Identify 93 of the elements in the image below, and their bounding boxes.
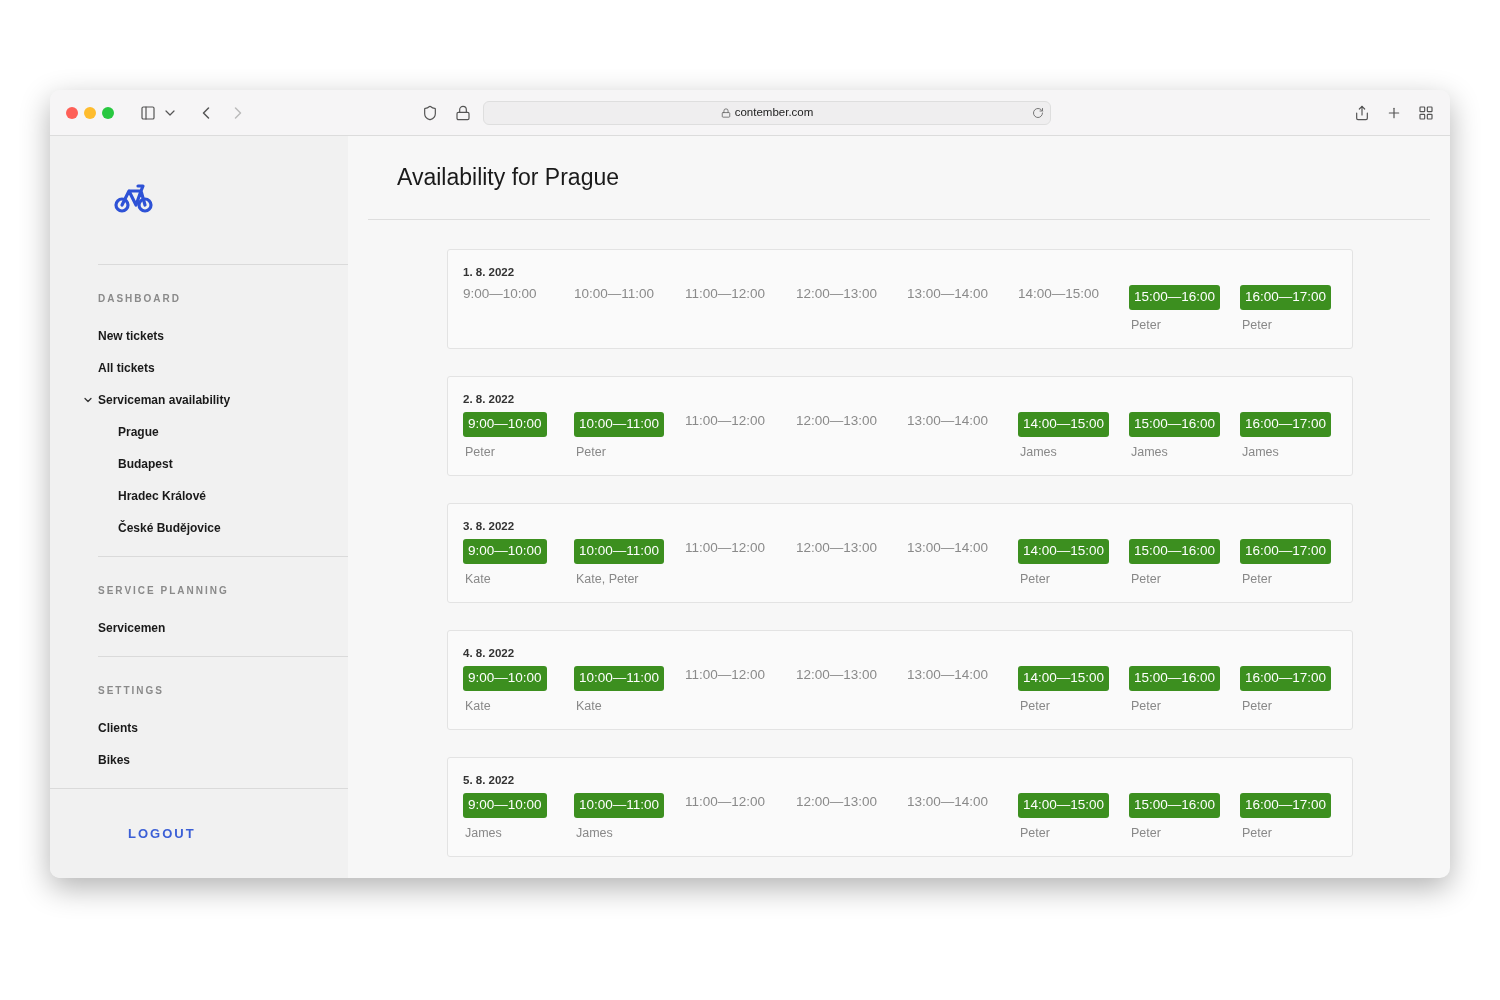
sidebar-item[interactable]: New tickets bbox=[98, 326, 165, 345]
shield-icon[interactable] bbox=[422, 104, 438, 121]
time-slot-badge: 16:00—17:00 bbox=[1240, 285, 1332, 310]
time-slot-badge: 9:00—10:00 bbox=[463, 793, 547, 818]
serviceman-name: James bbox=[465, 824, 502, 842]
date-label: 5. 8. 2022 bbox=[463, 773, 516, 788]
sidebar-item[interactable]: All tickets bbox=[98, 358, 155, 377]
sidebar-item[interactable]: Serviceman availability bbox=[98, 390, 231, 409]
serviceman-name: Peter bbox=[1020, 824, 1050, 842]
time-slot-badge: 15:00—16:00 bbox=[1129, 793, 1221, 818]
serviceman-name: Peter bbox=[1242, 824, 1272, 842]
time-slot-badge: 15:00—16:00 bbox=[1129, 412, 1221, 437]
time-slot-badge: 14:00—15:00 bbox=[1018, 666, 1110, 691]
bicycle-logo-icon bbox=[114, 182, 154, 214]
time-slot: 12:00—13:00 bbox=[796, 790, 878, 815]
serviceman-name: Peter bbox=[465, 443, 495, 461]
time-slot: 12:00—13:00 bbox=[796, 282, 878, 307]
time-slot-badge: 16:00—17:00 bbox=[1240, 412, 1332, 437]
date-label: 4. 8. 2022 bbox=[463, 646, 516, 661]
time-slot-badge: 9:00—10:00 bbox=[463, 666, 547, 691]
time-slot-badge: 14:00—15:00 bbox=[1018, 793, 1110, 818]
serviceman-name: Kate, Peter bbox=[576, 570, 639, 588]
time-slot: 13:00—14:00 bbox=[907, 536, 989, 561]
time-slot-badge: 10:00—11:00 bbox=[574, 539, 665, 564]
time-slot-badge: 15:00—16:00 bbox=[1129, 285, 1221, 310]
time-slot: 13:00—14:00 bbox=[907, 790, 989, 815]
time-slot: 11:00—12:00 bbox=[685, 790, 766, 815]
address-text: contember.com bbox=[734, 104, 814, 120]
serviceman-name: Peter bbox=[1242, 570, 1272, 588]
serviceman-name: Peter bbox=[1131, 570, 1161, 588]
address-bar[interactable]: contember.com bbox=[483, 100, 1051, 125]
date-label: 2. 8. 2022 bbox=[463, 392, 516, 407]
reload-icon[interactable] bbox=[1032, 106, 1044, 119]
password-icon[interactable] bbox=[455, 104, 471, 121]
time-slot: 13:00—14:00 bbox=[907, 663, 989, 688]
time-slot-badge: 14:00—15:00 bbox=[1018, 412, 1110, 437]
time-slot-badge: 16:00—17:00 bbox=[1240, 666, 1332, 691]
serviceman-name: James bbox=[1131, 443, 1168, 461]
section-heading: DASHBOARD bbox=[97, 291, 182, 306]
serviceman-name: Peter bbox=[1020, 697, 1050, 715]
sidebar-item[interactable]: Servicemen bbox=[98, 618, 166, 637]
serviceman-name: Peter bbox=[576, 443, 606, 461]
date-label: 1. 8. 2022 bbox=[463, 265, 516, 280]
lock-icon bbox=[720, 107, 731, 118]
serviceman-name: Kate bbox=[576, 697, 602, 715]
sidebar-item[interactable]: České Budějovice bbox=[118, 518, 221, 537]
logout-link[interactable]: LOGOUT bbox=[128, 823, 196, 844]
time-slot-badge: 14:00—15:00 bbox=[1018, 539, 1110, 564]
time-slot: 12:00—13:00 bbox=[796, 409, 878, 434]
sidebar-icon[interactable] bbox=[140, 104, 156, 121]
time-slot: 11:00—12:00 bbox=[685, 663, 766, 688]
date-label: 3. 8. 2022 bbox=[463, 519, 516, 534]
time-slot-badge: 16:00—17:00 bbox=[1240, 539, 1332, 564]
section-heading: SERVICE PLANNING bbox=[97, 583, 230, 598]
serviceman-name: James bbox=[1242, 443, 1279, 461]
serviceman-name: Peter bbox=[1242, 316, 1272, 334]
time-slot-badge: 15:00—16:00 bbox=[1129, 666, 1221, 691]
time-slot-badge: 10:00—11:00 bbox=[574, 793, 665, 818]
sidebar-item[interactable]: Prague bbox=[118, 422, 159, 441]
sidebar-item[interactable]: Hradec Králové bbox=[118, 486, 207, 505]
time-slot: 11:00—12:00 bbox=[685, 409, 766, 434]
serviceman-name: James bbox=[1020, 443, 1057, 461]
time-slot: 10:00—11:00 bbox=[574, 282, 655, 307]
page-title: Availability for Prague bbox=[397, 163, 620, 193]
time-slot: 13:00—14:00 bbox=[907, 409, 989, 434]
time-slot: 12:00—13:00 bbox=[796, 536, 878, 561]
time-slot-badge: 15:00—16:00 bbox=[1129, 539, 1221, 564]
serviceman-name: Kate bbox=[465, 570, 491, 588]
time-slot-badge: 9:00—10:00 bbox=[463, 412, 547, 437]
time-slot: 9:00—10:00 bbox=[463, 282, 537, 307]
section-heading: SETTINGS bbox=[97, 683, 165, 698]
share-icon[interactable] bbox=[1354, 104, 1370, 121]
serviceman-name: Peter bbox=[1020, 570, 1050, 588]
sidebar-item[interactable]: Bikes bbox=[98, 750, 131, 769]
time-slot: 11:00—12:00 bbox=[685, 536, 766, 561]
time-slot: 12:00—13:00 bbox=[796, 663, 878, 688]
serviceman-name: Peter bbox=[1131, 316, 1161, 334]
tab-overview-icon[interactable] bbox=[1418, 104, 1434, 121]
time-slot: 13:00—14:00 bbox=[907, 282, 989, 307]
time-slot: 14:00—15:00 bbox=[1018, 282, 1100, 307]
serviceman-name: Peter bbox=[1242, 697, 1272, 715]
time-slot-badge: 9:00—10:00 bbox=[463, 539, 547, 564]
serviceman-name: Peter bbox=[1131, 697, 1161, 715]
time-slot-badge: 10:00—11:00 bbox=[574, 412, 665, 437]
time-slot-badge: 10:00—11:00 bbox=[574, 666, 665, 691]
sidebar-item[interactable]: Clients bbox=[98, 718, 138, 737]
serviceman-name: James bbox=[576, 824, 613, 842]
serviceman-name: Kate bbox=[465, 697, 491, 715]
sidebar-item[interactable]: Budapest bbox=[118, 454, 173, 473]
close-button[interactable] bbox=[66, 106, 78, 119]
time-slot: 11:00—12:00 bbox=[685, 282, 766, 307]
serviceman-name: Peter bbox=[1131, 824, 1161, 842]
time-slot-badge: 16:00—17:00 bbox=[1240, 793, 1332, 818]
